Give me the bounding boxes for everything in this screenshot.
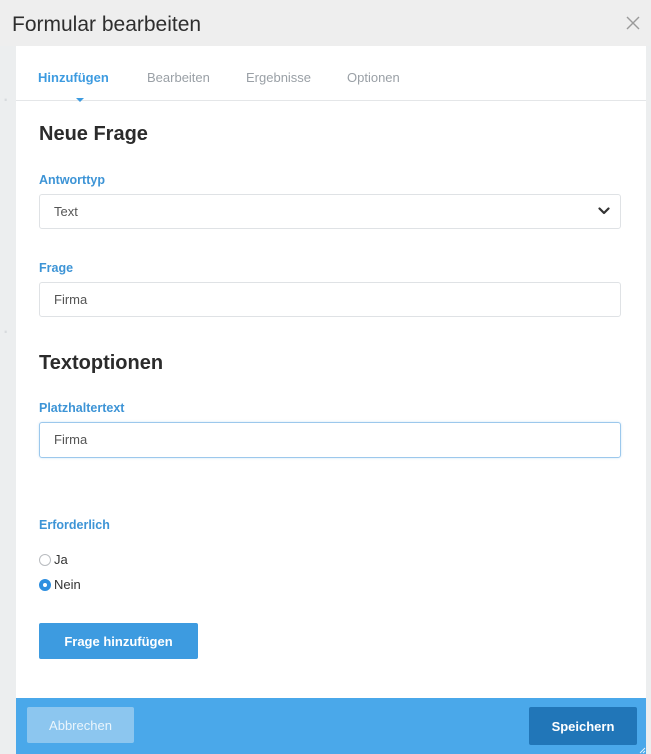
tab-ergebnisse[interactable]: Ergebnisse — [246, 70, 311, 85]
dialog-footer: Abbrechen Speichern — [16, 698, 646, 754]
active-tab-indicator — [76, 98, 84, 102]
cancel-button[interactable]: Abbrechen — [27, 707, 134, 743]
answer-type-value: Text — [54, 204, 78, 219]
section-heading-text-options: Textoptionen — [39, 352, 164, 374]
background-artifact: · — [2, 86, 10, 111]
tab-bar: Hinzufügen Bearbeiten Ergebnisse Optione… — [16, 46, 646, 102]
background-artifact: · — [2, 318, 10, 343]
chevron-down-icon — [598, 207, 610, 215]
add-question-button[interactable]: Frage hinzufügen — [39, 623, 198, 659]
radio-selected-icon[interactable] — [39, 579, 51, 591]
answer-type-label: Antworttyp — [39, 173, 105, 187]
question-label: Frage — [39, 261, 74, 275]
placeholder-text-label: Platzhaltertext — [39, 401, 125, 415]
answer-type-select[interactable]: Text — [39, 194, 621, 229]
placeholder-text-input[interactable]: Firma — [39, 422, 621, 458]
question-value: Firma — [54, 292, 88, 307]
dialog-title: Formular bearbeiten — [12, 13, 202, 36]
resize-grip-icon[interactable] — [638, 746, 646, 754]
question-input[interactable]: Firma — [39, 282, 621, 317]
title-bar: Formular bearbeiten — [0, 0, 651, 46]
required-label: Erforderlich — [39, 518, 110, 532]
save-button[interactable]: Speichern — [529, 707, 637, 745]
radio-label-ja: Ja — [54, 552, 68, 567]
tab-bearbeiten[interactable]: Bearbeiten — [147, 70, 210, 85]
placeholder-text-value: Firma — [54, 432, 88, 447]
radio-label-nein: Nein — [54, 577, 81, 592]
close-icon[interactable] — [623, 13, 643, 33]
tab-hinzufuegen[interactable]: Hinzufügen — [38, 70, 109, 85]
section-heading-new-question: Neue Frage — [39, 123, 148, 145]
dialog-panel: Hinzufügen Bearbeiten Ergebnisse Optione… — [16, 46, 646, 754]
tab-optionen[interactable]: Optionen — [347, 70, 400, 85]
app-frame: · · Formular bearbeiten Hinzufügen Bearb… — [0, 0, 651, 754]
radio-unselected-icon[interactable] — [39, 554, 51, 566]
